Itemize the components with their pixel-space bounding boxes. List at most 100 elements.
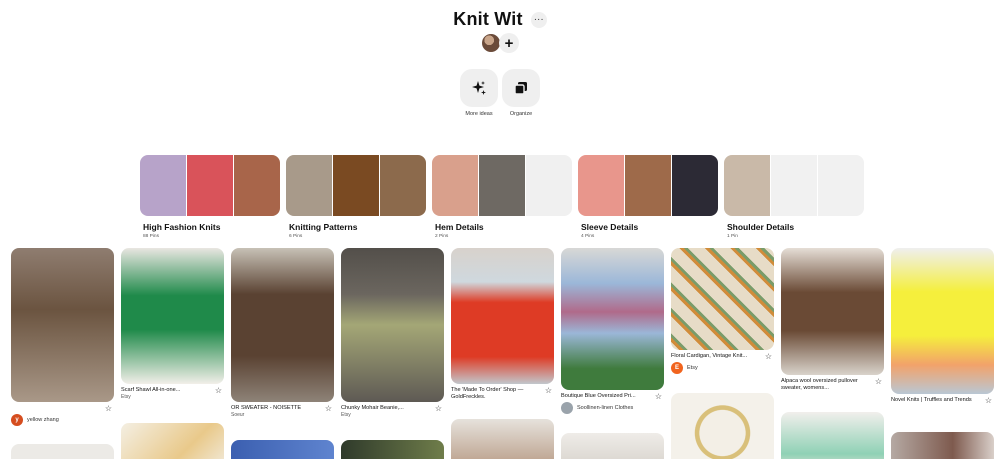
section-name: Sleeve Details bbox=[581, 222, 639, 232]
section-sleeve-details[interactable]: Sleeve Details 4 Pins bbox=[578, 155, 718, 239]
more-ideas-button[interactable] bbox=[460, 69, 498, 107]
pin-card[interactable] bbox=[231, 440, 334, 459]
pin-image[interactable] bbox=[891, 432, 994, 459]
etsy-avatar: E bbox=[671, 362, 683, 374]
section-pin-count: 4 Pins bbox=[581, 234, 595, 239]
pin-image[interactable] bbox=[121, 248, 224, 384]
pin-image[interactable] bbox=[231, 248, 334, 402]
save-star-icon[interactable]: ☆ bbox=[765, 353, 772, 361]
save-star-icon[interactable]: ☆ bbox=[105, 405, 112, 413]
pin-title: The 'Made To Order' Shop — GoldFreckles. bbox=[451, 387, 524, 400]
pin-meta: Novel Knits | Truffles and Trends ☆ bbox=[891, 397, 994, 405]
pin-title: Chunky Mohair Beanie,... bbox=[341, 405, 404, 411]
pin-card[interactable]: Chunky Mohair Beanie,... Etsy ☆ bbox=[341, 248, 444, 419]
section-name: Knitting Patterns bbox=[289, 222, 358, 232]
pin-card[interactable]: OR SWEATER - NOISETTE Soeur ☆ bbox=[231, 248, 334, 419]
pin-image[interactable] bbox=[891, 248, 994, 394]
section-pin-count: 6 Pins bbox=[289, 234, 303, 239]
pin-title: Floral Cardigan, Vintage Knit... bbox=[671, 353, 748, 359]
pin-image[interactable] bbox=[451, 419, 554, 459]
section-cover-image bbox=[140, 155, 186, 216]
pin-card[interactable] bbox=[341, 440, 444, 459]
pin-image[interactable] bbox=[451, 248, 554, 384]
pin-card[interactable]: ☆ y yellow zhang bbox=[11, 248, 114, 426]
section-cover bbox=[140, 155, 280, 216]
pin-image[interactable] bbox=[561, 248, 664, 390]
pin-card[interactable]: Boutique Blue Oversized Pri... ☆ Soollin… bbox=[561, 248, 664, 414]
save-star-icon[interactable]: ☆ bbox=[545, 387, 552, 395]
section-cover-image bbox=[333, 155, 379, 216]
sparkle-icon bbox=[472, 81, 486, 95]
save-star-icon[interactable]: ☆ bbox=[985, 397, 992, 405]
board-actions: More ideas Organize bbox=[0, 69, 1000, 117]
section-knitting-patterns[interactable]: Knitting Patterns 6 Pins bbox=[286, 155, 426, 239]
board-header: Knit Wit ··· + More ideas Organize bbox=[0, 0, 1000, 120]
section-cover-empty bbox=[818, 155, 864, 216]
organize-label: Organize bbox=[509, 111, 533, 117]
pin-card[interactable] bbox=[451, 419, 554, 459]
pin-image[interactable] bbox=[11, 444, 114, 459]
section-cover-image bbox=[479, 155, 525, 216]
section-cover-image bbox=[578, 155, 624, 216]
section-cover-image bbox=[286, 155, 332, 216]
section-cover-image bbox=[380, 155, 426, 216]
pin-card[interactable] bbox=[671, 393, 774, 459]
section-cover-image bbox=[234, 155, 280, 216]
pin-card[interactable] bbox=[781, 412, 884, 459]
pin-image[interactable] bbox=[231, 440, 334, 459]
save-star-icon[interactable]: ☆ bbox=[435, 405, 442, 413]
pin-meta: Floral Cardigan, Vintage Knit... ☆ bbox=[671, 353, 774, 361]
add-collaborator-button[interactable]: + bbox=[499, 33, 519, 53]
pin-meta: Chunky Mohair Beanie,... Etsy ☆ bbox=[341, 405, 444, 419]
pin-card[interactable] bbox=[121, 423, 224, 459]
plus-icon: + bbox=[504, 34, 514, 52]
pin-user[interactable]: E Etsy bbox=[671, 362, 774, 374]
pin-card[interactable] bbox=[561, 433, 664, 459]
section-cover-image bbox=[724, 155, 770, 216]
pin-card[interactable]: Scarf Shawl All-in-one... Etsy ☆ bbox=[121, 248, 224, 401]
user-name: Soollinen-linen Clothes bbox=[577, 405, 634, 411]
user-name: yellow zhang bbox=[27, 417, 59, 423]
section-pin-count: 2 Pins bbox=[435, 234, 449, 239]
organize-button[interactable] bbox=[502, 69, 540, 107]
section-cover-image bbox=[672, 155, 718, 216]
pin-image[interactable] bbox=[11, 248, 114, 402]
section-pin-count: 1 Pin bbox=[727, 234, 738, 239]
save-star-icon[interactable]: ☆ bbox=[215, 387, 222, 395]
pin-card[interactable]: Alpaca wool oversized pullover sweater, … bbox=[781, 248, 884, 392]
pin-image[interactable] bbox=[781, 412, 884, 459]
more-ideas-action: More ideas bbox=[460, 69, 498, 117]
pin-meta: The 'Made To Order' Shop — GoldFreckles.… bbox=[451, 387, 554, 401]
pin-image[interactable] bbox=[121, 423, 224, 459]
pin-meta: Alpaca wool oversized pullover sweater, … bbox=[781, 378, 884, 392]
section-hem-details[interactable]: Hem Details 2 Pins bbox=[432, 155, 572, 239]
pin-card[interactable] bbox=[11, 444, 114, 459]
section-high-fashion-knits[interactable]: High Fashion Knits 88 Pins bbox=[140, 155, 280, 239]
user-name: Etsy bbox=[687, 365, 698, 371]
pin-image[interactable] bbox=[561, 433, 664, 459]
pin-image[interactable] bbox=[671, 393, 774, 459]
pin-user[interactable]: Soollinen-linen Clothes bbox=[561, 402, 664, 414]
pin-user[interactable]: y yellow zhang bbox=[11, 414, 114, 426]
pin-card[interactable] bbox=[891, 432, 994, 459]
board-more-options-button[interactable]: ··· bbox=[530, 11, 547, 28]
more-ideas-label: More ideas bbox=[465, 111, 493, 117]
section-cover bbox=[578, 155, 718, 216]
pin-image[interactable] bbox=[671, 248, 774, 350]
save-star-icon[interactable]: ☆ bbox=[875, 378, 882, 386]
save-star-icon[interactable]: ☆ bbox=[325, 405, 332, 413]
pin-card[interactable]: Floral Cardigan, Vintage Knit... ☆ E Ets… bbox=[671, 248, 774, 374]
pin-image[interactable] bbox=[341, 440, 444, 459]
pin-card[interactable]: Novel Knits | Truffles and Trends ☆ bbox=[891, 248, 994, 405]
title-row: Knit Wit ··· bbox=[0, 9, 1000, 30]
organize-icon bbox=[514, 82, 527, 95]
save-star-icon[interactable]: ☆ bbox=[655, 393, 662, 401]
pin-image[interactable] bbox=[341, 248, 444, 402]
user-avatar bbox=[561, 402, 573, 414]
owner-avatar[interactable] bbox=[481, 33, 501, 53]
pin-image[interactable] bbox=[781, 248, 884, 375]
pin-card[interactable]: The 'Made To Order' Shop — GoldFreckles.… bbox=[451, 248, 554, 401]
section-cover bbox=[286, 155, 426, 216]
section-shoulder-details[interactable]: Shoulder Details 1 Pin bbox=[724, 155, 864, 239]
pin-meta: Boutique Blue Oversized Pri... ☆ bbox=[561, 393, 664, 401]
